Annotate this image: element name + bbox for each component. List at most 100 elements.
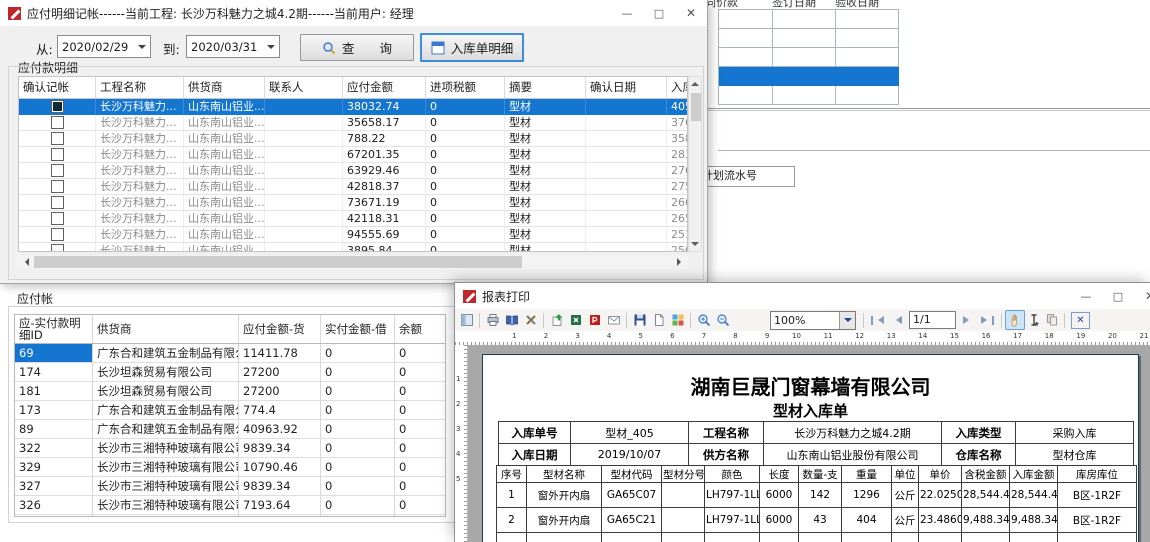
payable-detail-row[interactable]: 长沙万科魅力... 山东南山铝业... 3895.84 0 型材 250 <box>19 243 687 252</box>
first-page-button[interactable] <box>867 316 888 325</box>
close-preview-button[interactable]: ✕ <box>1071 312 1090 329</box>
report-titlebar[interactable]: 报表打印 — □ ✕ <box>455 283 1150 309</box>
chevron-down-icon[interactable] <box>134 36 150 57</box>
contract-table-row[interactable] <box>719 86 899 105</box>
minimize-button[interactable]: — <box>1070 283 1102 309</box>
cell-payable: 11411.78 <box>239 344 321 363</box>
payable-detail-row[interactable]: 长沙万科魅力... 山东南山铝业... 63929.46 0 型材 276 <box>19 163 687 179</box>
page-setup-icon[interactable] <box>502 311 521 329</box>
cell-balance: 0 <box>395 477 446 496</box>
cell-tax: 0 <box>426 99 505 115</box>
maximize-button[interactable]: □ <box>643 0 675 26</box>
cell-amount: 73671.19 <box>343 195 426 211</box>
excel-export-icon[interactable] <box>566 311 585 329</box>
confirm-checkbox[interactable] <box>51 244 64 252</box>
next-page-button[interactable] <box>959 316 977 324</box>
panel-icon[interactable] <box>457 311 476 329</box>
zoom-select[interactable]: 100% <box>770 311 856 330</box>
cell-contact <box>265 243 343 252</box>
confirm-checkbox[interactable] <box>51 212 64 225</box>
payable-detail-row[interactable]: 长沙万科魅力... 山东南山铝业... 42118.31 0 型材 265 <box>19 211 687 227</box>
cell-id <box>15 515 93 517</box>
confirm-checkbox[interactable] <box>51 196 64 209</box>
scroll-up-icon[interactable] <box>689 77 701 91</box>
zoom-in-icon[interactable] <box>694 311 713 329</box>
payable-detail-row[interactable]: 长沙万科魅力... 山东南山铝业... 35658.17 0 型材 376 <box>19 115 687 131</box>
scroll-left-icon[interactable] <box>18 255 32 269</box>
cell-amount: 38032.74 <box>343 99 426 115</box>
close-button[interactable]: ✕ <box>1134 283 1150 309</box>
confirm-checkbox[interactable] <box>51 180 64 193</box>
tools-icon[interactable] <box>521 311 540 329</box>
contract-table-row[interactable] <box>719 10 899 29</box>
payable-detail-titlebar[interactable]: 应付明细记帐------当前工程: 长沙万科魅力之城4.2期------当前用户… <box>0 0 707 26</box>
confirm-checkbox[interactable] <box>51 100 64 113</box>
cell-paid <box>321 515 395 517</box>
cell-paid: 0 <box>321 420 395 439</box>
horizontal-scrollbar[interactable] <box>18 255 688 269</box>
cell-project: 长沙万科魅力... <box>96 147 184 163</box>
payable-summary-row[interactable]: 181 长沙坦森贸易有限公司 27200 0 0 <box>15 382 445 401</box>
last-page-button[interactable] <box>977 316 998 325</box>
horizontal-scrollbar-thumb[interactable] <box>34 256 522 268</box>
from-date-picker[interactable]: 2020/02/29 <box>57 35 151 58</box>
payable-summary-row[interactable]: 长沙市三湘特种玻璃有限公司 <box>15 515 445 517</box>
prev-page-button[interactable] <box>888 316 906 324</box>
maximize-button[interactable]: □ <box>1102 283 1134 309</box>
copy-icon[interactable] <box>1043 311 1061 329</box>
payable-detail-row[interactable]: 长沙万科魅力... 山东南山铝业... 94555.69 0 型材 251 <box>19 227 687 243</box>
export-icon[interactable] <box>547 311 566 329</box>
scroll-down-icon[interactable] <box>689 237 701 251</box>
page-view-icon[interactable] <box>649 311 668 329</box>
contract-table-row[interactable] <box>719 48 899 67</box>
chevron-down-icon[interactable] <box>839 312 855 329</box>
inbound-detail-button[interactable]: 入库单明细 <box>420 33 524 62</box>
contract-table-row[interactable] <box>719 29 899 48</box>
confirm-checkbox[interactable] <box>51 228 64 241</box>
payable-summary-row[interactable]: 327 长沙市三湘特种玻璃有限公司 9839.34 0 0 <box>15 477 445 496</box>
minimize-button[interactable]: — <box>611 0 643 26</box>
save-icon[interactable] <box>630 311 649 329</box>
print-icon[interactable] <box>483 311 502 329</box>
confirm-checkbox[interactable] <box>51 164 64 177</box>
confirm-checkbox[interactable] <box>51 116 64 129</box>
page-number-input[interactable]: 1/1 <box>909 311 956 329</box>
print-preview-area[interactable]: 12345 湖南巨晟门窗幕墙有限公司 型材入库单 入库单号 型材_405 工程名… <box>455 345 1150 542</box>
payable-summary-row[interactable]: 173 广东合和建筑五金制品有限公司 774.4 0 0 <box>15 401 445 420</box>
confirm-checkbox[interactable] <box>51 148 64 161</box>
payable-detail-row[interactable]: 长沙万科魅力... 山东南山铝业... 38032.74 0 型材 405 <box>19 99 687 115</box>
confirm-cell <box>19 147 96 163</box>
payable-summary-row[interactable]: 326 长沙市三湘特种玻璃有限公司 7193.64 0 0 <box>15 496 445 515</box>
payable-detail-row[interactable]: 长沙万科魅力... 山东南山铝业... 788.22 0 型材 358 <box>19 131 687 147</box>
mail-icon[interactable] <box>604 311 623 329</box>
query-button[interactable]: 查 询 <box>300 34 414 61</box>
payable-detail-row[interactable]: 长沙万科魅力... 山东南山铝业... 67201.35 0 型材 283 <box>19 147 687 163</box>
chevron-down-icon[interactable] <box>263 36 279 57</box>
payable-summary-row[interactable]: 69 广东合和建筑五金制品有限公司 11411.78 0 0 <box>15 344 445 363</box>
payable-detail-row[interactable]: 长沙万科魅力... 山东南山铝业... 73671.19 0 型材 266 <box>19 195 687 211</box>
payable-summary-row[interactable]: 174 长沙坦森贸易有限公司 27200 0 0 <box>15 363 445 382</box>
vertical-scrollbar-thumb[interactable] <box>691 93 701 121</box>
confirm-checkbox[interactable] <box>51 132 64 145</box>
vertical-scrollbar[interactable] <box>688 76 702 252</box>
window-buttons: — □ ✕ <box>1070 283 1150 309</box>
scroll-right-icon[interactable] <box>674 255 688 269</box>
report-detail-header-row: 序号 型材名称 型材代码 型材分号 颜色 长度 数量-支 重量 单位 单价 含税… <box>497 466 1137 483</box>
payable-summary-row[interactable]: 322 长沙市三湘特种玻璃有限公司 9839.34 0 0 <box>15 439 445 458</box>
hand-tool-button[interactable] <box>1005 310 1025 330</box>
to-date-picker[interactable]: 2020/03/31 <box>186 35 280 58</box>
payable-summary-row[interactable]: 329 长沙市三湘特种玻璃有限公司 10790.46 0 0 <box>15 458 445 477</box>
grid-view-icon[interactable] <box>668 311 687 329</box>
ruler-number: 2 <box>517 332 549 340</box>
text-select-tool-button[interactable] <box>1025 311 1043 329</box>
close-button[interactable]: ✕ <box>675 0 707 26</box>
ruler-number: 15 <box>927 332 959 340</box>
payable-summary-row[interactable]: 89 广东合和建筑五金制品有限公司 40963.92 0 0 <box>15 420 445 439</box>
payable-detail-row[interactable]: 长沙万科魅力... 山东南山铝业... 42818.37 0 型材 275 <box>19 179 687 195</box>
contract-table-row[interactable] <box>719 67 899 86</box>
plan-serial-field[interactable]: 计划流水号 <box>705 166 795 187</box>
cell-paid: 0 <box>321 344 395 363</box>
cell-amount: 42818.37 <box>343 179 426 195</box>
zoom-out-icon[interactable] <box>713 311 732 329</box>
pdf-export-icon[interactable] <box>585 311 604 329</box>
